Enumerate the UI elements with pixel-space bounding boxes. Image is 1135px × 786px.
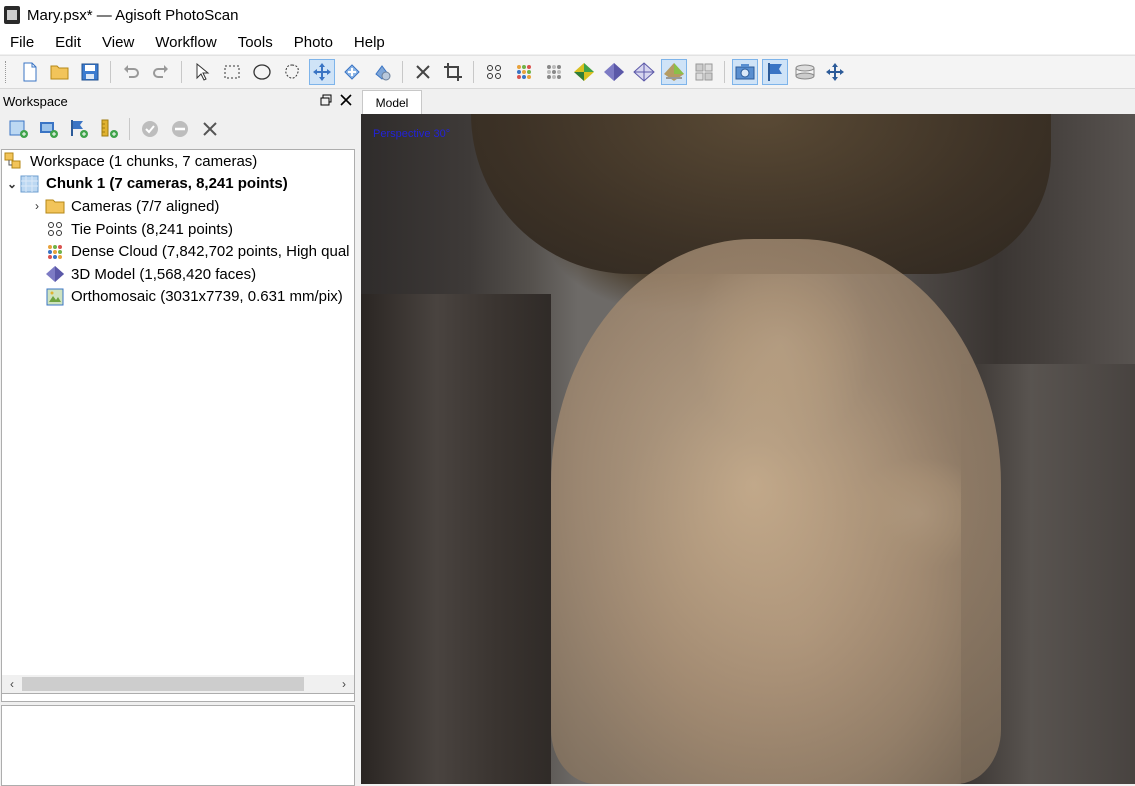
- projection-label: Perspective 30°: [373, 128, 451, 140]
- dense-cloud-icon: [45, 243, 65, 261]
- crop-icon[interactable]: [440, 59, 466, 85]
- close-pane-icon[interactable]: [340, 93, 352, 109]
- main-toolbar: [0, 55, 1135, 89]
- workspace-title: Workspace: [3, 93, 68, 109]
- circle-select-icon[interactable]: [249, 59, 275, 85]
- undo-icon[interactable]: [118, 59, 144, 85]
- dense-cloud-classes-icon[interactable]: [541, 59, 567, 85]
- menu-edit[interactable]: Edit: [45, 34, 92, 51]
- horizontal-scrollbar[interactable]: ‹ ›: [1, 675, 355, 694]
- add-markers-icon[interactable]: [67, 117, 91, 141]
- tree-item-label: Tie Points (8,241 points): [71, 220, 234, 238]
- add-photos-icon[interactable]: [37, 117, 61, 141]
- menu-workflow[interactable]: Workflow: [145, 34, 227, 51]
- show-cameras-icon[interactable]: [732, 59, 758, 85]
- show-markers-icon[interactable]: [762, 59, 788, 85]
- tree-item-chunk[interactable]: ⌄ Chunk 1 (7 cameras, 8,241 points): [2, 173, 354, 196]
- tree-item-orthomosaic[interactable]: Orthomosaic (3031x7739, 0.631 mm/pix): [2, 286, 354, 309]
- tree-item-label: 3D Model (1,568,420 faces): [71, 265, 257, 283]
- pointer-icon[interactable]: [189, 59, 215, 85]
- rect-select-icon[interactable]: [219, 59, 245, 85]
- menu-file[interactable]: File: [0, 34, 45, 51]
- redo-icon[interactable]: [148, 59, 174, 85]
- tree-item-label: Dense Cloud (7,842,702 points, High qual: [71, 243, 350, 261]
- tree-item-workspace[interactable]: Workspace (1 chunks, 7 cameras): [2, 150, 354, 173]
- tree-item-label: Orthomosaic (3031x7739, 0.631 mm/pix): [71, 288, 343, 306]
- tree-item-label: Cameras (7/7 aligned): [71, 197, 220, 215]
- toolbar-separator: [724, 61, 725, 83]
- add-chunk-icon[interactable]: [7, 117, 31, 141]
- model-icon: [45, 265, 65, 283]
- enable-icon[interactable]: [138, 117, 162, 141]
- delete-icon[interactable]: [410, 59, 436, 85]
- workspace-header: Workspace: [0, 89, 356, 113]
- orthomosaic-icon: [45, 288, 65, 306]
- model-viewport[interactable]: Perspective 30°: [361, 114, 1135, 784]
- toolbar-separator: [402, 61, 403, 83]
- free-select-icon[interactable]: [279, 59, 305, 85]
- workspace-tree: Workspace (1 chunks, 7 cameras) ⌄ Chunk …: [1, 149, 355, 702]
- toolbar-separator: [473, 61, 474, 83]
- navigation-icon[interactable]: [309, 59, 335, 85]
- disable-icon[interactable]: [168, 117, 192, 141]
- tiled-model-icon[interactable]: [691, 59, 717, 85]
- tree-item-tie-points[interactable]: Tie Points (8,241 points): [2, 218, 354, 241]
- open-icon[interactable]: [47, 59, 73, 85]
- float-pane-icon[interactable]: [320, 94, 332, 109]
- toolbar-separator: [110, 61, 111, 83]
- save-icon[interactable]: [77, 59, 103, 85]
- point-cloud-icon[interactable]: [481, 59, 507, 85]
- chevron-down-icon[interactable]: ⌄: [4, 177, 20, 191]
- tree-item-dense-cloud[interactable]: Dense Cloud (7,842,702 points, High qual: [2, 240, 354, 263]
- scroll-left-icon[interactable]: ‹: [2, 677, 22, 691]
- tree-item-cameras[interactable]: › Cameras (7/7 aligned): [2, 195, 354, 218]
- tree-item-label: Chunk 1 (7 cameras, 8,241 points): [46, 175, 288, 193]
- move-region-icon[interactable]: [339, 59, 365, 85]
- menu-view[interactable]: View: [92, 34, 145, 51]
- workspace-toolbar: [0, 113, 356, 145]
- view-tab-bar: Model: [360, 89, 1135, 115]
- add-scalebar-icon[interactable]: [97, 117, 121, 141]
- menu-bar: File Edit View Workflow Tools Photo Help: [0, 30, 1135, 54]
- textured-model-icon[interactable]: [661, 59, 687, 85]
- solid-model-icon[interactable]: [601, 59, 627, 85]
- tie-points-icon: [45, 220, 65, 238]
- model-texture-left-pillar: [361, 294, 551, 784]
- show-region-icon[interactable]: [792, 59, 818, 85]
- model-texture-statue: [551, 239, 1001, 784]
- dense-cloud-icon[interactable]: [511, 59, 537, 85]
- chevron-right-icon[interactable]: ›: [29, 199, 45, 213]
- tree-item-3d-model[interactable]: 3D Model (1,568,420 faces): [2, 263, 354, 286]
- menu-help[interactable]: Help: [344, 34, 396, 51]
- workspace-pane: Workspace Workspace (1 chunks, 7 cameras…: [0, 89, 356, 786]
- wireframe-model-icon[interactable]: [631, 59, 657, 85]
- tree-item-label: Workspace (1 chunks, 7 cameras): [30, 152, 258, 170]
- shaded-model-icon[interactable]: [571, 59, 597, 85]
- toolbar-separator: [129, 118, 130, 140]
- folder-icon: [45, 197, 65, 215]
- reset-view-icon[interactable]: [822, 59, 848, 85]
- toolbar-grip[interactable]: [5, 61, 9, 83]
- menu-photo[interactable]: Photo: [284, 34, 344, 51]
- scrollbar-thumb[interactable]: [22, 677, 304, 691]
- title-bar: Mary.psx* — Agisoft PhotoScan: [0, 0, 1135, 30]
- toolbar-separator: [181, 61, 182, 83]
- new-icon[interactable]: [17, 59, 43, 85]
- rotate-region-icon[interactable]: [369, 59, 395, 85]
- menu-tools[interactable]: Tools: [228, 34, 284, 51]
- app-icon: [4, 6, 20, 24]
- tab-model[interactable]: Model: [362, 90, 422, 115]
- workspace-icon: [4, 152, 24, 170]
- window-title: Mary.psx* — Agisoft PhotoScan: [27, 6, 239, 24]
- scroll-right-icon[interactable]: ›: [334, 677, 354, 691]
- chunk-icon: [20, 175, 40, 193]
- properties-pane: [1, 705, 355, 786]
- remove-icon[interactable]: [198, 117, 222, 141]
